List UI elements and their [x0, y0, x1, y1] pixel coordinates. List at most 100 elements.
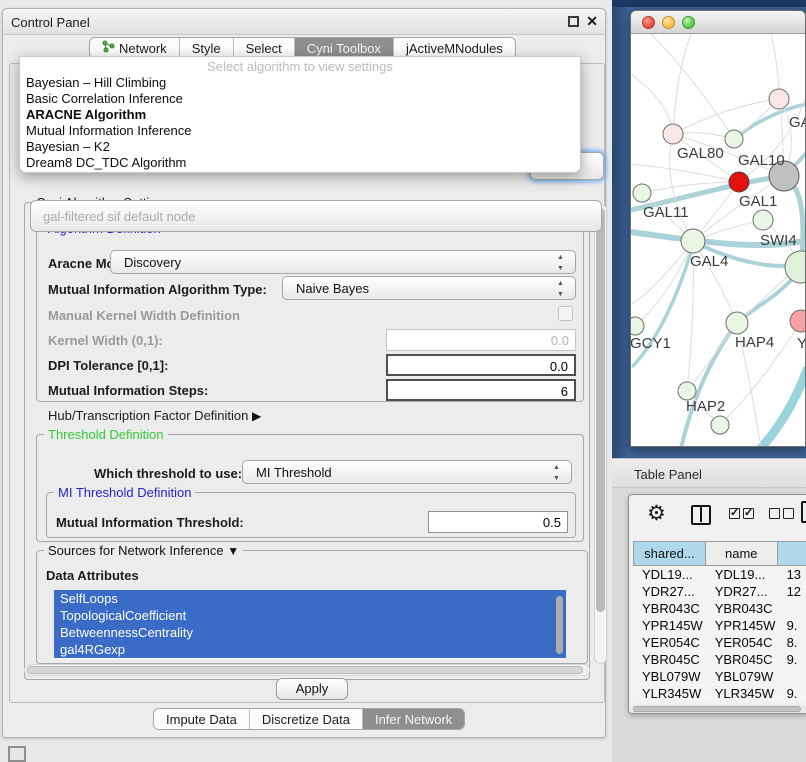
close-icon[interactable]: ✕ — [586, 13, 598, 30]
dpi-tolerance-field[interactable]: 0.0 — [386, 354, 576, 376]
aracne-mode-value: Discovery — [124, 255, 181, 270]
network-node[interactable] — [633, 184, 651, 202]
network-node[interactable] — [790, 310, 806, 332]
control-panel-window: Control Panel ✕ NetworkStyleSelect Cyni T… — [2, 8, 606, 738]
kernel-width-label: Kernel Width (0,1): — [48, 333, 163, 348]
network-data-combo-value: gal-filtered sif default node — [43, 209, 195, 224]
network-node[interactable] — [726, 312, 748, 334]
table-row[interactable]: YBR043CYBR043C — [633, 600, 806, 617]
select-all-checkboxes-icon[interactable] — [729, 508, 754, 519]
network-edge[interactable] — [687, 323, 737, 391]
table-row[interactable]: YBR045CYBR045C9. — [633, 651, 806, 668]
zoom-traffic-light-icon[interactable] — [682, 16, 695, 29]
attribute-item-selfloops[interactable]: SelfLoops — [54, 590, 566, 607]
table-cell: YBR045C — [706, 651, 778, 668]
tab-jactivemnodules[interactable]: jActiveMNodules — [394, 38, 515, 58]
threshold-definition-title: Threshold Definition — [44, 427, 168, 442]
table-horizontal-scrollbar[interactable] — [631, 705, 806, 713]
sources-title[interactable]: Sources for Network Inference ▼ — [44, 543, 243, 558]
checked-box-icon — [729, 508, 740, 519]
network-node[interactable] — [729, 172, 749, 192]
network-node-label: GCY1 — [631, 335, 671, 352]
table-row[interactable]: YDR27...YDR27...12 — [633, 583, 806, 600]
bottom-tab-infer-network[interactable]: Infer Network — [363, 709, 464, 729]
close-traffic-light-icon[interactable] — [642, 16, 655, 29]
dropdown-item-dream8-dc-tdc-algorithm[interactable]: Dream8 DC_TDC Algorithm — [20, 155, 580, 171]
settings-horizontal-scrollbar[interactable] — [24, 664, 590, 676]
attribute-item-gal4rgexp[interactable]: gal4RGexp — [54, 641, 566, 658]
bottom-tab-strip: Impute DataDiscretize DataInfer Network — [153, 708, 465, 730]
kernel-width-field[interactable]: 0.0 — [386, 329, 576, 351]
control-panel-title: Control Panel — [11, 15, 90, 30]
manual-kernel-checkbox[interactable] — [558, 306, 573, 321]
network-node-label: GAL11 — [643, 204, 689, 221]
attributes-scrollbar[interactable] — [556, 596, 563, 654]
chevron-down-icon: ▼ — [227, 544, 239, 558]
tab-select[interactable]: Select — [234, 38, 295, 58]
table-row[interactable]: YPR145WYPR145W9. — [633, 617, 806, 634]
settings-vertical-scrollbar[interactable] — [594, 204, 607, 664]
minimize-traffic-light-icon[interactable] — [662, 16, 675, 29]
mi-steps-field[interactable]: 6 — [386, 379, 576, 401]
gear-icon[interactable]: ⚙ — [647, 501, 666, 526]
tab-style[interactable]: Style — [180, 38, 234, 58]
function-builder-icon[interactable] — [801, 501, 806, 523]
mi-algorithm-type-combo[interactable]: Naive Bayes — [282, 276, 576, 300]
tab-cyni-toolbox[interactable]: Cyni Toolbox — [295, 38, 394, 58]
minimized-panel-icon[interactable] — [8, 746, 26, 762]
network-node[interactable] — [663, 124, 683, 144]
network-node[interactable] — [681, 229, 705, 253]
dropdown-item-basic-correlation-inference[interactable]: Basic Correlation Inference — [20, 91, 580, 107]
network-edge-highlighted[interactable] — [761, 370, 806, 447]
columns-icon[interactable] — [691, 505, 711, 525]
network-edge[interactable] — [631, 74, 673, 134]
scrollbar-thumb[interactable] — [633, 706, 801, 712]
data-attributes-list[interactable]: SelfLoopsTopologicalCoefficientBetweenne… — [54, 590, 566, 659]
network-edge[interactable] — [635, 241, 693, 326]
column-header-name[interactable]: name — [706, 541, 778, 566]
tab-cyni-toolbox-label: Cyni Toolbox — [307, 41, 381, 56]
attribute-item-topologicalcoefficient[interactable]: TopologicalCoefficient — [54, 607, 566, 624]
hub-definition-toggle[interactable]: Hub/Transcription Factor Definition ▶ — [48, 408, 261, 423]
attribute-item-betweennesscentrality[interactable]: BetweennessCentrality — [54, 624, 566, 641]
network-canvas[interactable]: GALGAL80GAL10GAL1GAL11SWI4GAL4GCY1HAP4YH… — [631, 34, 806, 447]
network-node[interactable] — [631, 317, 644, 335]
column-header-shared[interactable]: shared... — [633, 541, 706, 566]
bottom-tab-impute-data[interactable]: Impute Data — [154, 709, 250, 729]
network-edge[interactable] — [651, 34, 734, 139]
network-edge[interactable] — [631, 164, 739, 182]
scrollbar-thumb[interactable] — [27, 666, 583, 674]
stepper-icon — [553, 465, 562, 481]
network-node[interactable] — [753, 210, 773, 230]
which-threshold-combo[interactable]: MI Threshold — [242, 460, 572, 484]
dropdown-item-bayesian-k2[interactable]: Bayesian – K2 — [20, 139, 580, 155]
tab-network[interactable]: Network — [90, 38, 180, 58]
network-data-combo[interactable]: gal-filtered sif default node — [30, 200, 602, 232]
network-node[interactable] — [711, 416, 729, 434]
bottom-tab-discretize-data[interactable]: Discretize Data — [250, 709, 363, 729]
float-window-icon[interactable] — [568, 16, 579, 27]
table-cell: YLR345W — [706, 685, 778, 702]
table-row[interactable]: YDL19...YDL19...13 — [633, 566, 806, 583]
network-edge[interactable] — [673, 34, 691, 134]
network-edge[interactable] — [673, 99, 779, 134]
table-row[interactable]: YER054CYER054C8. — [633, 634, 806, 651]
table-row[interactable]: YLR345WYLR345W9. — [633, 685, 806, 702]
apply-button[interactable]: Apply — [276, 678, 348, 700]
mutual-information-threshold-field[interactable]: 0.5 — [428, 511, 568, 533]
dropdown-item-bayesian-hill-climbing[interactable]: Bayesian – Hill Climbing — [20, 75, 580, 91]
network-node[interactable] — [725, 130, 743, 148]
network-view-window: GALGAL80GAL10GAL1GAL11SWI4GAL4GCY1HAP4YH… — [630, 10, 806, 447]
algorithm-dropdown-placeholder: Select algorithm to view settings — [20, 59, 580, 75]
column-header-cut[interactable] — [778, 541, 806, 566]
aracne-mode-combo[interactable]: Discovery — [110, 250, 576, 274]
dropdown-item-aracne-algorithm[interactable]: ARACNE Algorithm — [20, 107, 580, 123]
deselect-all-checkboxes-icon[interactable] — [769, 508, 794, 519]
dropdown-item-mutual-information-inference[interactable]: Mutual Information Inference — [20, 123, 580, 139]
network-node[interactable] — [769, 89, 789, 109]
table-row[interactable]: YBL079WYBL079W — [633, 668, 806, 685]
network-node[interactable] — [785, 251, 806, 283]
table-cell: YPR145W — [633, 617, 706, 634]
scrollbar-thumb[interactable] — [596, 208, 605, 612]
screen: Control Panel ✕ NetworkStyleSelect Cyni T… — [0, 0, 806, 762]
